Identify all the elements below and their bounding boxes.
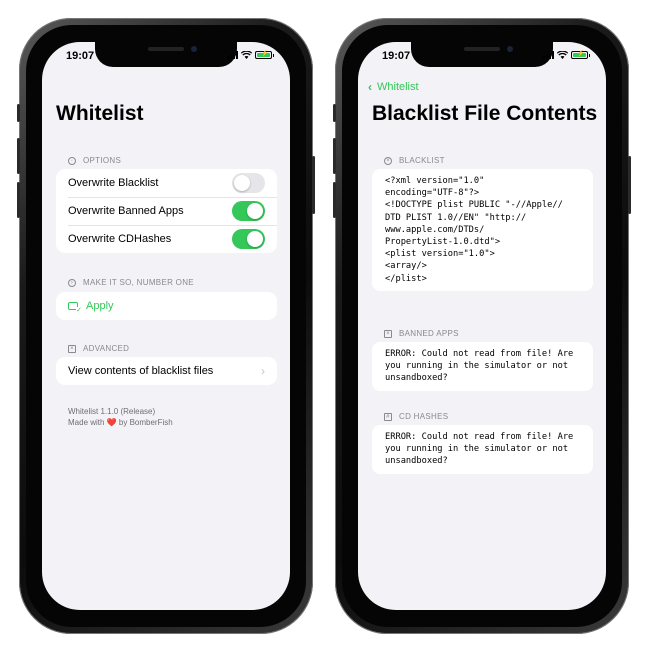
cellular-signal-icon xyxy=(227,51,238,59)
section-header-make-it-so: › MAKE IT SO, NUMBER ONE xyxy=(68,278,194,287)
apply-button[interactable]: Apply xyxy=(56,292,277,320)
wifi-icon xyxy=(557,51,568,59)
right-screen: 19:07 ‹ Whitelist Blacklist File Content… xyxy=(358,42,606,610)
x-square-icon: × xyxy=(384,329,392,338)
power-button xyxy=(312,156,315,214)
arrow-right-circle-icon: › xyxy=(68,278,76,287)
heart-icon: ❤️ xyxy=(106,418,117,427)
volume-up-button xyxy=(333,138,336,174)
section-header-advanced: × ADVANCED xyxy=(68,344,129,353)
footer: Whitelist 1.1.0 (Release) Made with ❤️ b… xyxy=(68,406,173,428)
chevron-left-icon: ‹ xyxy=(368,80,372,94)
overwrite-cdhashes-toggle[interactable] xyxy=(232,229,265,249)
section-header-options: · OPTIONS xyxy=(68,156,121,165)
section-header-banned-apps: × BANNED APPS xyxy=(384,329,459,338)
cellular-signal-icon xyxy=(543,51,554,59)
blacklist-file-content: <?xml version="1.0" encoding="UTF-8"?> <… xyxy=(372,169,593,291)
wrench-screwdriver-icon: × xyxy=(68,344,76,353)
number-square-icon: # xyxy=(384,412,392,421)
phone-right: 19:07 ‹ Whitelist Blacklist File Content… xyxy=(333,18,631,634)
options-group: Overwrite Blacklist Overwrite Banned App… xyxy=(56,169,277,253)
footer-version: Whitelist 1.1.0 (Release) xyxy=(68,407,156,416)
cd-hashes-file-content: ERROR: Could not read from file! Are you… xyxy=(372,425,593,474)
apply-checkmark-icon xyxy=(68,302,82,314)
status-time: 19:07 xyxy=(382,50,411,62)
option-label: Overwrite CDHashes xyxy=(68,233,172,245)
status-bar: 19:07 xyxy=(42,48,290,64)
view-blacklist-contents-row[interactable]: View contents of blacklist files › xyxy=(56,357,277,385)
apply-label: Apply xyxy=(86,300,114,312)
page-title: Whitelist xyxy=(56,102,144,125)
volume-up-button xyxy=(17,138,20,174)
apply-group: Apply xyxy=(56,292,277,320)
footer-credit: Made with ❤️ by BomberFish xyxy=(68,418,173,427)
overwrite-banned-apps-toggle[interactable] xyxy=(232,201,265,221)
back-button[interactable]: ‹ Whitelist xyxy=(368,80,419,94)
battery-charging-icon xyxy=(571,50,590,59)
status-bar: 19:07 xyxy=(358,48,606,64)
chevron-right-icon: › xyxy=(261,364,265,378)
option-row-overwrite-blacklist: Overwrite Blacklist xyxy=(56,169,277,197)
option-label: Overwrite Banned Apps xyxy=(68,205,184,217)
section-header-cd-hashes: # CD HASHES xyxy=(384,412,448,421)
power-button xyxy=(628,156,631,214)
banned-apps-file-content: ERROR: Could not read from file! Are you… xyxy=(372,342,593,391)
option-row-overwrite-banned-apps: Overwrite Banned Apps xyxy=(56,197,277,225)
x-circle-icon: × xyxy=(384,156,392,165)
volume-down-button xyxy=(333,182,336,218)
advanced-group: View contents of blacklist files › xyxy=(56,357,277,385)
overwrite-blacklist-toggle[interactable] xyxy=(232,173,265,193)
silent-switch xyxy=(17,104,20,122)
page-title: Blacklist File Contents xyxy=(372,102,598,125)
phone-left: 19:07 Whitelist · OPTIONS Overwrite Blac… xyxy=(17,18,315,634)
left-screen: 19:07 Whitelist · OPTIONS Overwrite Blac… xyxy=(42,42,290,610)
status-time: 19:07 xyxy=(66,50,95,62)
section-header-blacklist: × BLACKLIST xyxy=(384,156,445,165)
gear-icon: · xyxy=(68,156,76,165)
silent-switch xyxy=(333,104,336,122)
wifi-icon xyxy=(241,51,252,59)
option-label: Overwrite Blacklist xyxy=(68,177,159,189)
option-row-overwrite-cdhashes: Overwrite CDHashes xyxy=(56,225,277,253)
back-label: Whitelist xyxy=(377,81,419,93)
battery-charging-icon xyxy=(255,50,274,59)
view-contents-label: View contents of blacklist files xyxy=(68,365,214,377)
volume-down-button xyxy=(17,182,20,218)
